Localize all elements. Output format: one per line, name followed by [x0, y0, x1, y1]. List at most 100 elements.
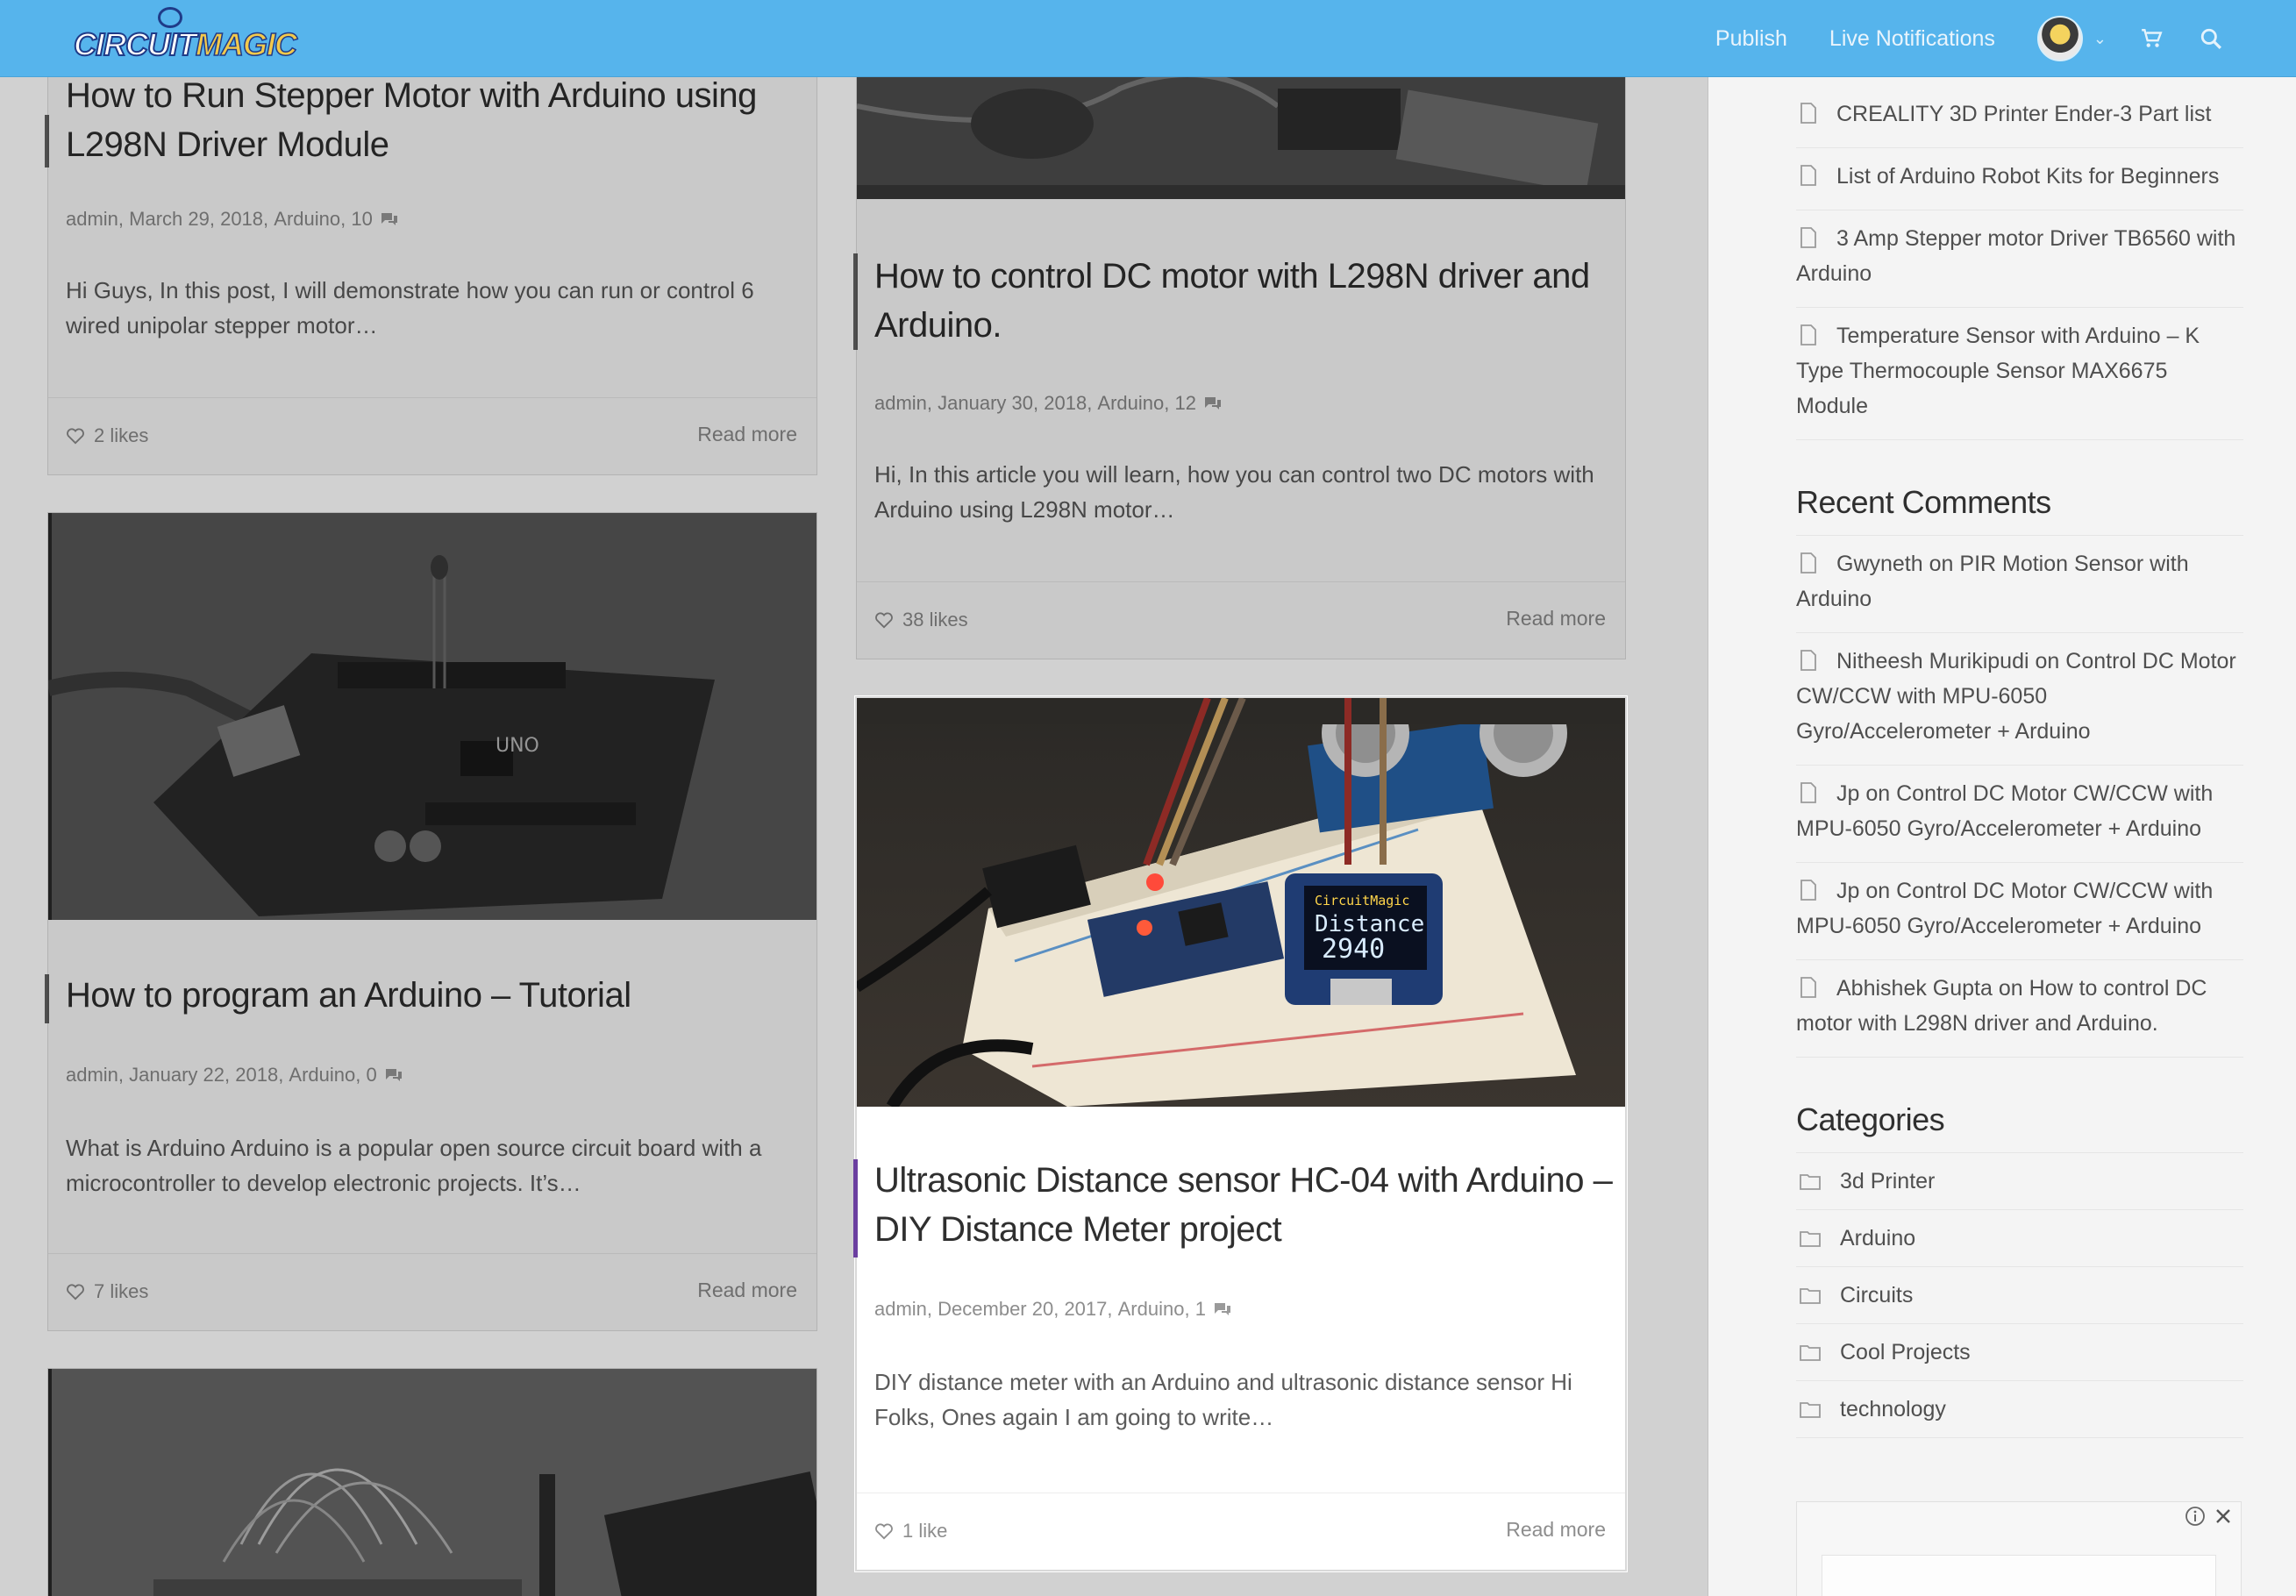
category-item[interactable]: 3d Printer [1796, 1153, 2243, 1210]
read-more-link[interactable]: Read more [1506, 607, 1606, 631]
post-category[interactable]: Arduino [274, 208, 340, 231]
oled-value-text: 2940 [1322, 934, 1385, 965]
post-category[interactable]: Arduino [289, 1064, 355, 1087]
comment-author[interactable]: Nitheesh Murikipudi [1836, 649, 2029, 673]
search-icon[interactable] [2200, 27, 2222, 50]
post-date[interactable]: March 29, 2018 [129, 208, 263, 231]
post-meta: admin, December 20, 2017, Arduino, 1 [874, 1298, 1232, 1321]
recent-post-item[interactable]: 3 Amp Stepper motor Driver TB6560 with A… [1796, 210, 2243, 308]
post-meta: admin, January 30, 2018, Arduino, 12 [874, 392, 1223, 415]
heart-icon [875, 1523, 893, 1540]
svg-text:UNO: UNO [496, 735, 539, 757]
post-card: How to control DC motor with L298N drive… [853, 53, 1626, 659]
post-author[interactable]: admin [66, 208, 118, 231]
post-footer: 38 likes Read more [857, 581, 1625, 659]
comment-author[interactable]: Jp [1836, 879, 1859, 903]
close-icon[interactable] [2213, 1506, 2234, 1527]
ultrasonic-sensor-image: CircuitMagic Distance 2940 [857, 698, 1625, 1107]
heart-icon [875, 612, 893, 629]
recent-post-item[interactable]: Temperature Sensor with Arduino – K Type… [1796, 308, 2243, 440]
category-item[interactable]: Cool Projects [1796, 1324, 2243, 1381]
read-more-link[interactable]: Read more [1506, 1518, 1606, 1542]
post-card: How to Run Stepper Motor with Arduino us… [45, 53, 817, 475]
document-icon [1800, 880, 1816, 901]
comment-author[interactable]: Abhishek Gupta [1836, 976, 1993, 1001]
post-excerpt: Hi, In this article you will learn, how … [874, 461, 1594, 523]
recent-comment-item: Jp on Control DC Motor CW/CCW with MPU-6… [1796, 766, 2243, 863]
document-icon [1800, 227, 1816, 248]
categories-list: 3d Printer Arduino Circuits Cool Project… [1796, 1152, 2243, 1438]
post-excerpt: Hi Guys, In this post, I will demonstrat… [66, 277, 754, 338]
recent-post-item[interactable]: CREALITY 3D Printer Ender-3 Part list [1796, 86, 2243, 148]
likes[interactable]: 2 likes [66, 424, 148, 447]
cart-icon[interactable] [2140, 27, 2163, 50]
document-icon [1800, 103, 1816, 124]
nav-live-notifications[interactable]: Live Notifications [1829, 26, 1995, 52]
post-date[interactable]: December 20, 2017 [938, 1298, 1107, 1321]
avatar[interactable] [2036, 16, 2083, 61]
recent-posts-list: CREALITY 3D Printer Ender-3 Part list Li… [1796, 86, 2243, 440]
post-title[interactable]: How to Run Stepper Motor with Arduino us… [66, 71, 785, 169]
likes[interactable]: 1 like [874, 1520, 947, 1543]
ad-slot [1796, 1501, 2242, 1596]
post-footer: 1 like Read more [857, 1493, 1625, 1570]
post-excerpt: What is Arduino Arduino is a popular ope… [66, 1135, 762, 1196]
post-comment-count[interactable]: 12 [1175, 392, 1196, 415]
comment-author[interactable]: Jp [1836, 781, 1859, 806]
comments-icon [381, 213, 397, 225]
info-icon[interactable] [2185, 1506, 2206, 1527]
post-comment-count[interactable]: 0 [367, 1064, 377, 1087]
recent-comment-item: Nitheesh Murikipudi on Control DC Motor … [1796, 633, 2243, 766]
post-category[interactable]: Arduino [1097, 392, 1164, 415]
comment-post-link[interactable]: Control DC Motor CW/CCW with MPU-6050 Gy… [1796, 781, 2213, 841]
folder-icon [1800, 1231, 1821, 1247]
document-icon [1800, 782, 1816, 803]
comment-author[interactable]: Gwyneth [1836, 552, 1923, 576]
chevron-down-icon[interactable]: ⌄ [2093, 30, 2107, 48]
folder-icon [1800, 1174, 1821, 1190]
recent-post-item[interactable]: List of Arduino Robot Kits for Beginners [1796, 148, 2243, 210]
post-thumbnail[interactable]: UNO [48, 513, 816, 920]
category-item[interactable]: technology [1796, 1381, 2243, 1438]
recent-comment-item: Abhishek Gupta on How to control DC moto… [1796, 960, 2243, 1058]
post-title[interactable]: How to control DC motor with L298N drive… [874, 252, 1611, 350]
post-comment-count[interactable]: 10 [351, 208, 372, 231]
nav-publish[interactable]: Publish [1715, 26, 1787, 52]
post-author[interactable]: admin [874, 1298, 927, 1321]
post-title[interactable]: Ultrasonic Distance sensor HC-04 with Ar… [874, 1156, 1620, 1254]
categories-title: Categories [1796, 1101, 1945, 1137]
robot-kit-image [48, 1369, 816, 1596]
post-thumbnail[interactable]: CircuitMagic Distance 2940 [857, 698, 1625, 1107]
read-more-link[interactable]: Read more [697, 1279, 797, 1302]
post-excerpt: DIY distance meter with an Arduino and u… [874, 1369, 1572, 1430]
post-meta: admin, January 22, 2018, Arduino, 0 [66, 1064, 403, 1087]
post-meta: admin, March 29, 2018, Arduino, 10 [66, 208, 399, 231]
post-author[interactable]: admin [874, 392, 927, 415]
logo-text-circuit: CIRCUIT [73, 25, 197, 63]
post-comment-count[interactable]: 1 [1195, 1298, 1206, 1321]
post-title[interactable]: How to program an Arduino – Tutorial [66, 971, 802, 1020]
site-logo[interactable]: CIRCUITMAGIC [70, 7, 324, 65]
oled-brand-text: CircuitMagic [1315, 893, 1409, 908]
read-more-link[interactable]: Read more [697, 423, 797, 446]
accent-bar [853, 1159, 858, 1258]
category-item[interactable]: Circuits [1796, 1267, 2243, 1324]
comment-post-link[interactable]: Control DC Motor CW/CCW with MPU-6050 Gy… [1796, 879, 2213, 938]
likes[interactable]: 38 likes [874, 609, 968, 631]
logo-ring-icon [158, 7, 182, 28]
comments-icon [1214, 1303, 1230, 1315]
sidebar: CREALITY 3D Printer Ender-3 Part list Li… [1796, 77, 2243, 1438]
category-item[interactable]: Arduino [1796, 1210, 2243, 1267]
likes[interactable]: 7 likes [66, 1280, 148, 1303]
post-card: UNO How to program an Arduino – Tutorial… [45, 512, 817, 1331]
post-date[interactable]: January 30, 2018 [938, 392, 1087, 415]
post-card [47, 1368, 817, 1596]
folder-icon [1800, 1402, 1821, 1418]
post-thumbnail[interactable] [48, 1369, 816, 1596]
recent-comments-title: Recent Comments [1796, 484, 2051, 520]
post-author[interactable]: admin [66, 1064, 118, 1087]
recent-comment-item: Gwyneth on PIR Motion Sensor with Arduin… [1796, 536, 2243, 633]
document-icon [1800, 324, 1816, 346]
post-category[interactable]: Arduino [1118, 1298, 1185, 1321]
post-date[interactable]: January 22, 2018 [129, 1064, 278, 1087]
